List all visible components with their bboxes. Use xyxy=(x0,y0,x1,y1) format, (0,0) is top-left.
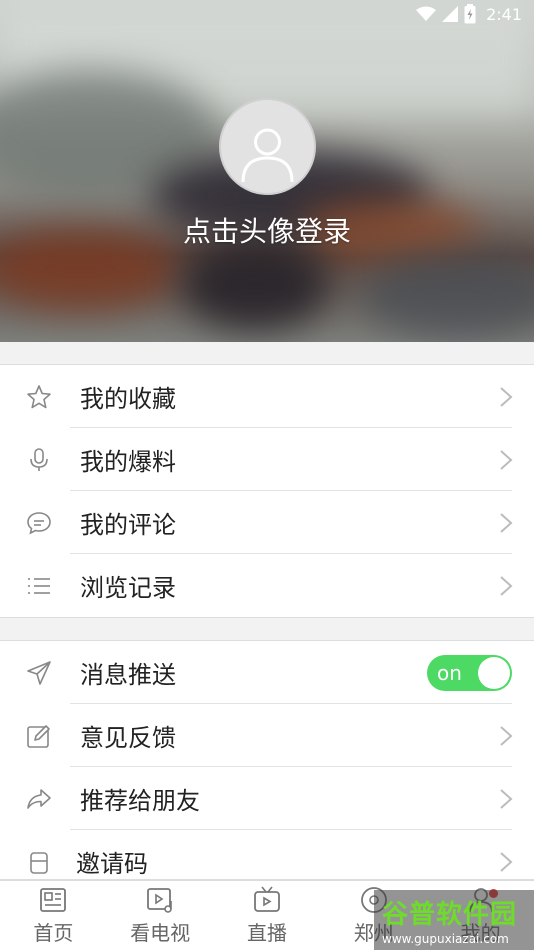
push-toggle[interactable]: on xyxy=(427,654,512,691)
tab-label: 看电视 xyxy=(130,921,191,945)
tab-label: 直播 xyxy=(246,921,287,945)
status-bar: 2:41 xyxy=(0,0,534,28)
news-icon xyxy=(40,888,67,912)
chevron-right-icon xyxy=(500,851,513,872)
menu-item-tipoffs[interactable]: 我的爆料 xyxy=(0,428,534,491)
chevron-right-icon xyxy=(500,386,513,407)
chevron-right-icon xyxy=(500,512,513,533)
toggle-knob xyxy=(478,656,510,689)
profile-screen: 2:41 点击头像登录 我的收藏 我的爆料 我的评论 浏览记录 消息推送 on … xyxy=(0,0,534,950)
battery-icon xyxy=(464,4,476,24)
status-time: 2:41 xyxy=(486,4,522,24)
tab-home[interactable]: 首页 xyxy=(0,881,107,950)
send-icon xyxy=(24,658,54,688)
share-icon xyxy=(24,784,54,814)
header-backdrop-blob xyxy=(360,250,534,340)
list-icon xyxy=(24,571,54,601)
profile-header: 2:41 点击头像登录 xyxy=(0,0,534,342)
comment-icon xyxy=(24,508,54,538)
menu-item-label: 我的爆料 xyxy=(80,448,176,476)
menu-item-history[interactable]: 浏览记录 xyxy=(0,554,534,617)
invite-code-icon xyxy=(24,847,54,877)
toggle-state-label: on xyxy=(437,660,462,685)
edit-icon xyxy=(24,721,54,751)
menu-item-label: 邀请码 xyxy=(76,850,148,878)
avatar-login-button[interactable] xyxy=(219,98,316,195)
menu-item-label: 推荐给朋友 xyxy=(80,787,200,815)
chevron-right-icon xyxy=(500,449,513,470)
tab-live[interactable]: 直播 xyxy=(214,881,321,950)
tab-label: 首页 xyxy=(33,921,74,945)
chevron-right-icon xyxy=(500,575,513,596)
header-backdrop-blob xyxy=(180,240,330,330)
wifi-icon xyxy=(416,6,437,21)
menu-group-activity: 我的收藏 我的爆料 我的评论 浏览记录 xyxy=(0,364,534,618)
menu-item-feedback[interactable]: 意见反馈 xyxy=(0,704,534,767)
menu-item-label: 意见反馈 xyxy=(80,724,176,752)
menu-item-label: 我的评论 xyxy=(80,511,176,539)
watermark-url: www.gupuxiazai.com xyxy=(382,932,509,946)
menu-item-label: 我的收藏 xyxy=(80,385,176,413)
signal-icon xyxy=(442,6,459,22)
bottom-tab-bar: 首页 看电视 直播 郑州 我的 谷普软件园 www.gupuxiazai.com xyxy=(0,880,534,950)
star-icon xyxy=(24,382,54,412)
video-icon xyxy=(147,888,172,913)
menu-group-settings: 消息推送 on 意见反馈 推荐给朋友 邀请码 xyxy=(0,640,534,880)
menu-item-label: 消息推送 xyxy=(80,661,176,689)
menu-item-push-notifications: 消息推送 on xyxy=(0,641,534,704)
tab-watch-tv[interactable]: 看电视 xyxy=(107,881,214,950)
watermark-logo: 谷普软件园 www.gupuxiazai.com xyxy=(374,890,534,950)
watermark-title: 谷普软件园 xyxy=(382,900,518,930)
microphone-icon xyxy=(24,445,54,475)
menu-item-label: 浏览记录 xyxy=(80,574,176,602)
chevron-right-icon xyxy=(500,725,513,746)
user-icon xyxy=(221,100,314,193)
chevron-right-icon xyxy=(500,788,513,809)
menu-item-comments[interactable]: 我的评论 xyxy=(0,491,534,554)
menu-item-recommend[interactable]: 推荐给朋友 xyxy=(0,767,534,830)
menu-item-favorites[interactable]: 我的收藏 xyxy=(0,365,534,428)
tv-icon xyxy=(254,886,280,912)
login-prompt[interactable]: 点击头像登录 xyxy=(0,210,534,250)
